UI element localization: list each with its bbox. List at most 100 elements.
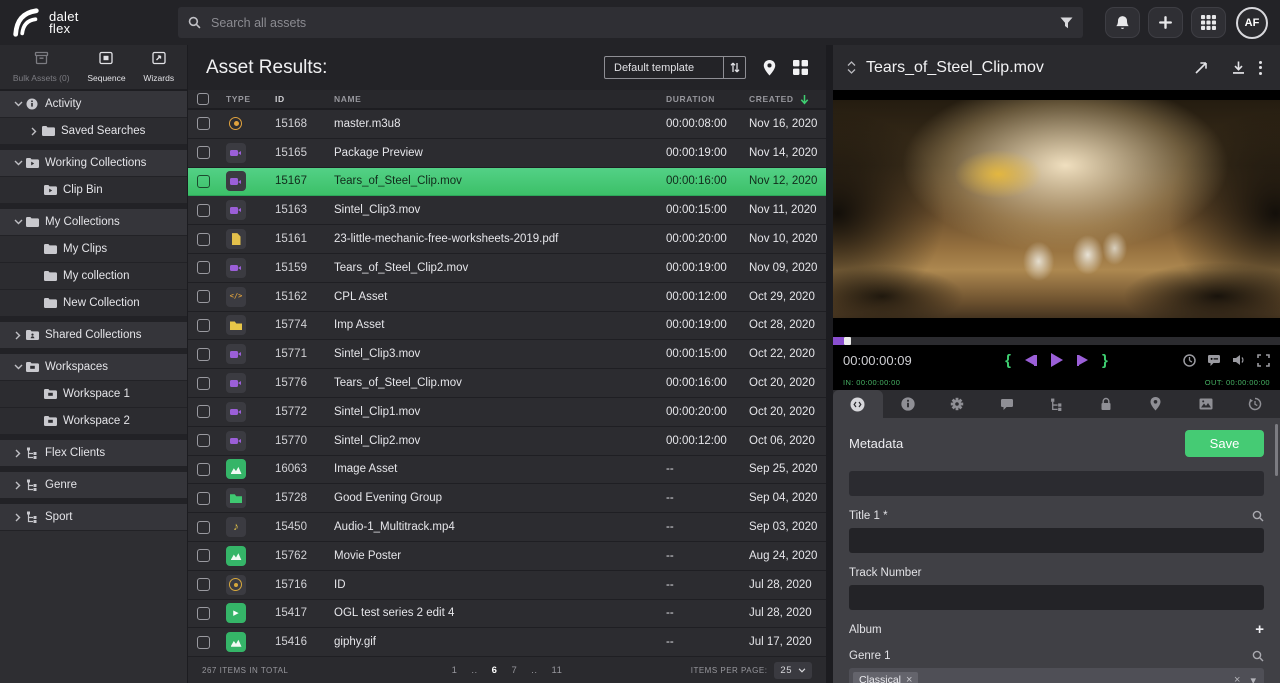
chevron-right-icon[interactable] (26, 127, 42, 136)
clear-icon[interactable]: × (1234, 674, 1240, 683)
items-per-page-select[interactable]: 25 (774, 662, 812, 679)
sidebar-item-workspaces[interactable]: Workspaces (0, 349, 187, 381)
sidebar-item-workspace-2[interactable]: Workspace 2 (0, 408, 187, 435)
sidebar-item-genre[interactable]: Genre (0, 467, 187, 499)
tab-history[interactable] (1230, 390, 1280, 418)
filter-icon[interactable] (1060, 17, 1073, 29)
row-checkbox[interactable] (197, 204, 210, 217)
table-row[interactable]: 1516123-little-mechanic-free-worksheets-… (188, 225, 826, 254)
row-checkbox[interactable] (197, 607, 210, 620)
select-all-checkbox[interactable] (197, 93, 209, 105)
table-row[interactable]: 15776Tears_of_Steel_Clip.mov00:00:16:00O… (188, 369, 826, 398)
sidebar-item-workspace-1[interactable]: Workspace 1 (0, 381, 187, 408)
column-name[interactable]: NAME (324, 94, 654, 104)
field-search-icon[interactable] (1252, 510, 1264, 522)
step-forward-icon[interactable] (1077, 355, 1089, 366)
mark-in-icon[interactable]: { (1005, 352, 1011, 369)
sidebar-item-clip-bin[interactable]: Clip Bin (0, 177, 187, 204)
genre-select[interactable]: Classical××▾ (849, 668, 1264, 683)
row-checkbox[interactable] (197, 233, 210, 246)
row-checkbox[interactable] (197, 175, 210, 188)
playhead-handle[interactable] (844, 337, 851, 345)
column-created[interactable]: CREATED (740, 94, 826, 105)
pagination-page-11[interactable]: 11 (552, 665, 563, 676)
sidebar-item-activity[interactable]: Activity (0, 91, 187, 118)
sidebar-item-shared-collections[interactable]: Shared Collections (0, 317, 187, 349)
template-select[interactable]: Default template (604, 56, 746, 79)
sidebar-action-sequence[interactable]: Sequence (87, 51, 125, 83)
table-row[interactable]: 15167Tears_of_Steel_Clip.mov00:00:16:00N… (188, 168, 826, 197)
pagination-page-6[interactable]: 6 (492, 665, 498, 676)
table-row[interactable]: 15728Good Evening Group--Sep 04, 2020 (188, 484, 826, 513)
notifications-button[interactable] (1105, 7, 1140, 38)
save-button[interactable]: Save (1185, 430, 1264, 457)
mark-out-icon[interactable]: } (1102, 352, 1108, 369)
table-row[interactable]: 15772Sintel_Clip1.mov00:00:20:00Oct 20, … (188, 398, 826, 427)
row-checkbox[interactable] (197, 261, 210, 274)
search-input[interactable] (211, 16, 1060, 30)
row-checkbox[interactable] (197, 319, 210, 332)
chevron-down-icon[interactable] (10, 219, 26, 225)
chevron-right-icon[interactable] (10, 513, 26, 522)
sidebar-item-sport[interactable]: Sport (0, 499, 187, 531)
sidebar-action-bulk-assets-0[interactable]: Bulk Assets (0) (13, 51, 70, 83)
tab-taxonomy[interactable] (1032, 390, 1082, 418)
scrollbar-thumb[interactable] (1275, 424, 1278, 476)
table-row[interactable]: 15165Package Preview00:00:19:00Nov 14, 2… (188, 139, 826, 168)
row-checkbox[interactable] (197, 521, 210, 534)
table-row[interactable]: 15450Audio-1_Multitrack.mp4--Sep 03, 202… (188, 513, 826, 542)
sidebar-item-saved-searches[interactable]: Saved Searches (0, 118, 187, 145)
table-row[interactable]: 15416giphy.gif--Jul 17, 2020 (188, 628, 826, 657)
sidebar-item-my-collections[interactable]: My Collections (0, 204, 187, 236)
row-checkbox[interactable] (197, 492, 210, 505)
expand-icon[interactable] (1194, 61, 1208, 75)
sidebar-item-new-collection[interactable]: New Collection (0, 290, 187, 317)
table-row[interactable]: 15162CPL Asset00:00:12:00Oct 29, 2020 (188, 283, 826, 312)
table-row[interactable]: 15762Movie Poster--Aug 24, 2020 (188, 542, 826, 571)
chevron-down-icon[interactable] (10, 364, 26, 370)
tab-info[interactable] (883, 390, 933, 418)
fullscreen-icon[interactable] (1257, 354, 1270, 367)
sidebar-item-my-collection[interactable]: My collection (0, 263, 187, 290)
grid-view-icon[interactable] (793, 60, 808, 75)
field-search-icon[interactable] (1252, 650, 1264, 662)
table-row[interactable]: 15417OGL test series 2 edit 4--Jul 28, 2… (188, 600, 826, 629)
chevron-right-icon[interactable] (10, 481, 26, 490)
table-row[interactable]: 15168master.m3u800:00:08:00Nov 16, 2020 (188, 110, 826, 139)
play-icon[interactable] (1051, 353, 1063, 367)
step-backward-icon[interactable] (1025, 355, 1037, 366)
table-row[interactable]: 15163Sintel_Clip3.mov00:00:15:00Nov 11, … (188, 196, 826, 225)
sidebar-item-working-collections[interactable]: Working Collections (0, 145, 187, 177)
chevron-down-icon[interactable] (10, 101, 26, 107)
row-checkbox[interactable] (197, 578, 210, 591)
row-checkbox[interactable] (197, 348, 210, 361)
row-checkbox[interactable] (197, 290, 210, 303)
table-row[interactable]: 15774Imp Asset00:00:19:00Oct 28, 2020 (188, 312, 826, 341)
annotations-icon[interactable] (1207, 354, 1221, 367)
tag-remove-icon[interactable]: × (906, 674, 912, 683)
download-icon[interactable] (1232, 60, 1245, 75)
field-input[interactable] (849, 471, 1264, 496)
row-checkbox[interactable] (197, 146, 210, 159)
asset-navigate-icon[interactable] (847, 60, 856, 75)
chevron-right-icon[interactable] (10, 331, 26, 340)
table-row[interactable]: 16063Image Asset--Sep 25, 2020 (188, 456, 826, 485)
table-row[interactable]: 15770Sintel_Clip2.mov00:00:12:00Oct 06, … (188, 427, 826, 456)
profile-avatar[interactable]: AF (1236, 7, 1268, 39)
pagination-page-1[interactable]: 1 (452, 665, 458, 676)
apps-button[interactable] (1191, 7, 1226, 38)
row-checkbox[interactable] (197, 636, 210, 649)
row-checkbox[interactable] (197, 549, 210, 562)
sidebar-item-flex-clients[interactable]: Flex Clients (0, 435, 187, 467)
field-input[interactable] (849, 528, 1264, 553)
pagination-page-7[interactable]: 7 (511, 665, 517, 676)
tab-settings[interactable] (932, 390, 982, 418)
more-options-icon[interactable] (1255, 59, 1266, 77)
add-button[interactable] (1148, 7, 1183, 38)
video-preview[interactable] (833, 90, 1280, 337)
field-add-icon[interactable]: + (1255, 625, 1264, 635)
tab-comments[interactable] (982, 390, 1032, 418)
row-checkbox[interactable] (197, 377, 210, 390)
dalet-flex-logo[interactable]: dalet flex (10, 7, 178, 39)
chevron-down-icon[interactable] (10, 160, 26, 166)
